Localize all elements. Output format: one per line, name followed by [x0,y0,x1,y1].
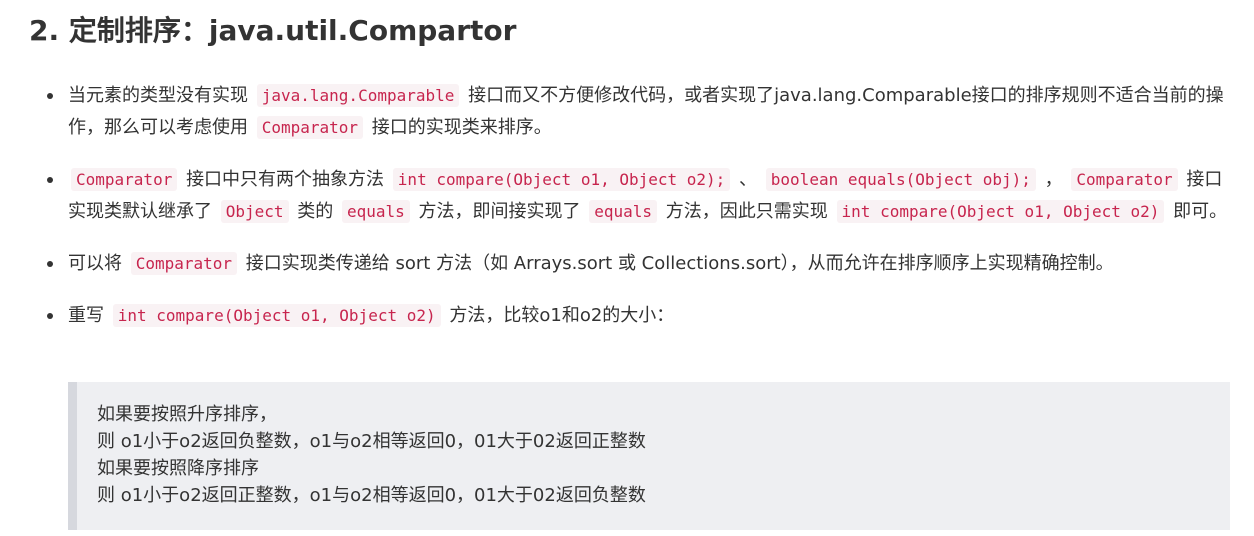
bullet-text: 即可。 [1173,201,1228,222]
bullet-list: 当元素的类型没有实现 java.lang.Comparable 接口而又不方便修… [44,80,1234,352]
bullet-text: 接口中只有两个抽象方法 [186,169,385,190]
bullet-text: 类的 [297,201,334,222]
inline-code: java.lang.Comparable [256,84,460,107]
bullet-text: 方法，即间接实现了 [418,201,581,222]
blockquote: 如果要按照升序排序， 则 o1小于o2返回负整数，o1与o2相等返回0，01大于… [68,382,1230,530]
inline-code: equals [342,200,410,223]
bullet-item-4: 重写 int compare(Object o1, Object o2) 方法，… [44,300,1234,332]
bullet-text: 当元素的类型没有实现 [68,85,248,106]
inline-code: Object [220,200,289,223]
inline-code: Comparator [130,252,238,275]
inline-code: int compare(Object o1, Object o2); [392,168,731,191]
bullet-item-3: 可以将 Comparator 接口实现类传递给 sort 方法（如 Arrays… [44,248,1234,280]
quote-line: 如果要按照升序排序， [97,404,277,425]
quote-line: 则 o1小于o2返回正整数，o1与o2相等返回0，01大于02返回负整数 [97,485,646,506]
inline-code: Comparator [1071,168,1178,191]
bullet-dot-icon [47,261,53,267]
bullet-dot-icon [47,93,53,99]
bullet-text: 方法，因此只需实现 [665,201,828,222]
inline-code: boolean equals(Object obj); [765,168,1036,191]
bullet-text: 接口的实现类来排序。 [371,117,552,138]
inline-code: equals [589,200,658,223]
bullet-item-1: 当元素的类型没有实现 java.lang.Comparable 接口而又不方便修… [44,80,1234,144]
inline-code: Comparator [256,116,364,139]
bullet-text: 可以将 [68,253,122,274]
inline-code: int compare(Object o1, Object o2) [112,304,441,327]
bullet-text: 接口实现类传递给 sort 方法（如 Arrays.sort 或 Collect… [245,253,1114,274]
bullet-text: 方法，比较o1和o2的大小： [449,305,675,326]
inline-code: int compare(Object o1, Object o2) [836,200,1165,223]
bullet-item-2: Comparator 接口中只有两个抽象方法 int compare(Objec… [44,164,1234,228]
quote-line: 则 o1小于o2返回负整数，o1与o2相等返回0，01大于02返回正整数 [97,431,646,452]
bullet-text: 重写 [68,305,104,326]
bullet-text: 、 [739,169,758,190]
inline-code: Comparator [71,168,178,191]
quote-line: 如果要按照降序排序 [97,458,259,479]
bullet-text: ， [1044,169,1063,190]
bullet-dot-icon [47,313,53,319]
bullet-dot-icon [47,177,53,183]
section-heading: 2. 定制排序：java.util.Compartor [29,14,517,47]
